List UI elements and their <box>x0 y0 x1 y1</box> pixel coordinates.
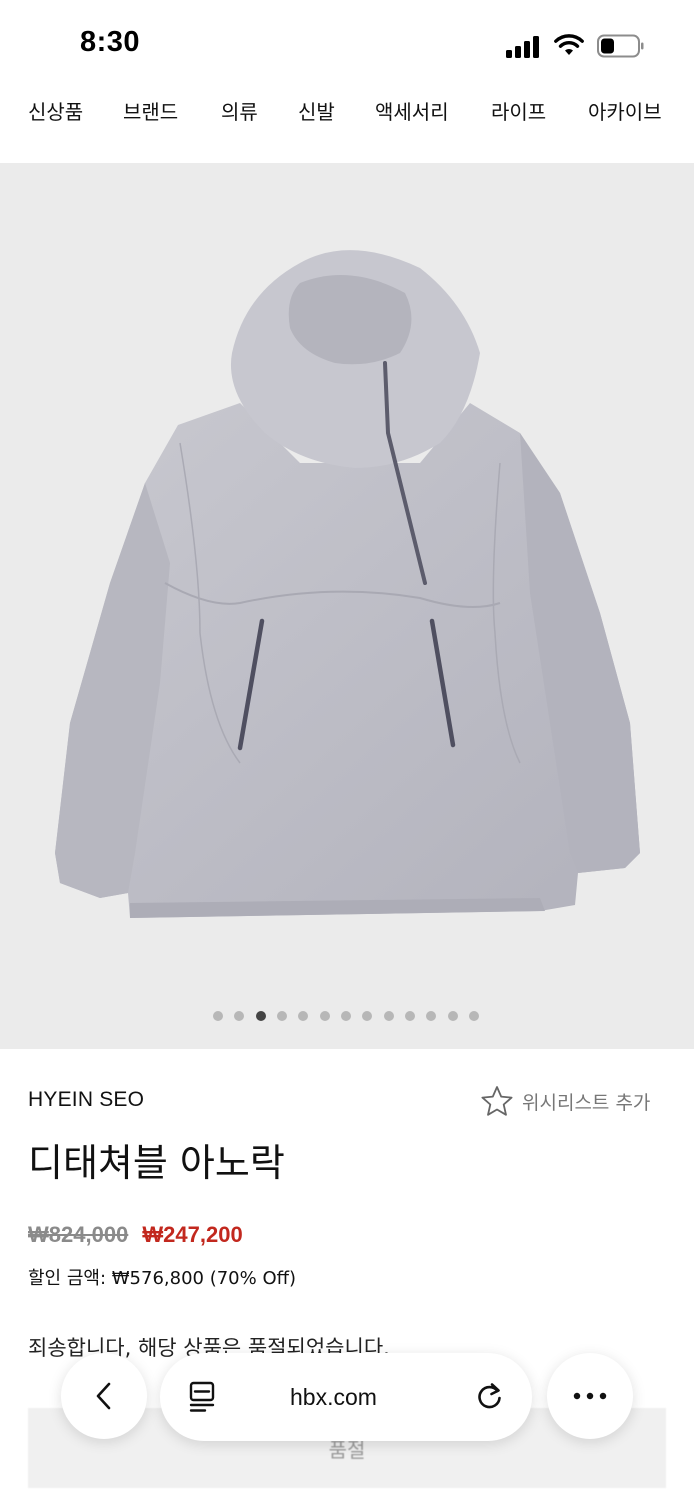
wifi-icon <box>554 34 584 55</box>
nav-item-brands[interactable]: 브랜드 <box>123 96 178 125</box>
brand-name[interactable]: HYEIN SEO <box>28 1088 144 1112</box>
carousel-dot[interactable] <box>469 1011 479 1021</box>
original-price: ₩824,000 <box>28 1222 129 1247</box>
nav-item-clothing[interactable]: 의류 <box>221 96 258 125</box>
battery-icon <box>597 34 644 58</box>
carousel-dot[interactable] <box>426 1011 436 1021</box>
nav-item-accessories[interactable]: 액세서리 <box>375 96 449 125</box>
product-image <box>55 250 640 918</box>
carousel-dot[interactable] <box>298 1011 308 1021</box>
discount-amount: 할인 금액: ₩576,800 (70% Off) <box>28 1268 297 1289</box>
carousel-dot[interactable] <box>362 1011 372 1021</box>
address-bar[interactable]: hbx.com <box>160 1353 532 1441</box>
wishlist-label: 위시리스트 추가 <box>522 1091 651 1114</box>
carousel-dot[interactable] <box>341 1011 351 1021</box>
more-button[interactable] <box>547 1353 633 1439</box>
nav-item-archive[interactable]: 아카이브 <box>588 96 662 125</box>
status-bar: 8:30 <box>0 0 694 90</box>
carousel-dot[interactable] <box>213 1011 223 1021</box>
nav-item-shoes[interactable]: 신발 <box>298 96 335 125</box>
category-nav: 신상품 브랜드 의류 신발 액세서리 라이프 아카이브 <box>0 96 694 138</box>
price-row: ₩824,000 ₩247,200 <box>28 1222 243 1248</box>
carousel-dot[interactable] <box>448 1011 458 1021</box>
more-icon <box>573 1392 607 1400</box>
star-icon <box>481 1086 513 1116</box>
sale-price: ₩247,200 <box>142 1222 243 1247</box>
carousel-dot-active[interactable] <box>256 1011 266 1021</box>
add-to-wishlist-button[interactable]: 위시리스트 추가 <box>480 1084 650 1118</box>
carousel-dot[interactable] <box>384 1011 394 1021</box>
url-text: hbx.com <box>290 1384 377 1410</box>
browser-toolbar: hbx.com <box>0 1350 694 1450</box>
nav-item-new[interactable]: 신상품 <box>28 96 83 125</box>
reader-mode-icon[interactable] <box>188 1380 220 1414</box>
carousel-dot[interactable] <box>320 1011 330 1021</box>
status-time: 8:30 <box>80 26 141 58</box>
carousel-dot[interactable] <box>234 1011 244 1021</box>
product-image-carousel[interactable] <box>0 163 694 1049</box>
carousel-dot[interactable] <box>277 1011 287 1021</box>
back-button[interactable] <box>61 1353 147 1439</box>
reload-icon[interactable] <box>474 1381 506 1413</box>
nav-item-life[interactable]: 라이프 <box>491 96 546 125</box>
back-icon <box>96 1382 111 1410</box>
carousel-dot[interactable] <box>405 1011 415 1021</box>
product-title: 디태쳐블 아노락 <box>28 1141 285 1185</box>
signal-icon <box>506 36 544 58</box>
carousel-dots <box>0 1011 694 1025</box>
